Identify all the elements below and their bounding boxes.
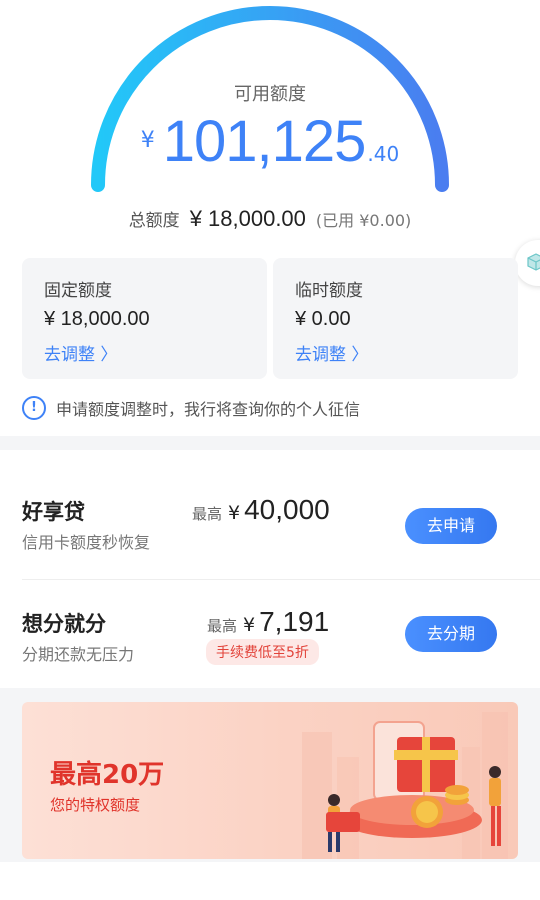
total-limit-row: 总额度 ¥ 18,000.00 (已用 ¥0.00) (0, 206, 540, 232)
promo-illustration (302, 712, 508, 859)
fixed-limit-adjust-link[interactable]: 去调整 〉 (44, 340, 117, 365)
section-divider (0, 436, 540, 450)
cube-icon (527, 253, 540, 271)
product-max-amount: 最高 ¥40,000 (192, 494, 330, 526)
temporary-limit-value: ¥ 0.00 (295, 308, 351, 330)
product-name: 想分就分 (22, 612, 106, 636)
fixed-limit-title: 固定额度 (44, 281, 112, 301)
total-limit-label: 总额度 (128, 211, 180, 231)
page-bottom-spacer (0, 862, 540, 900)
installment-button[interactable]: 去分期 (405, 616, 497, 652)
temporary-limit-adjust-link[interactable]: 去调整 〉 (295, 340, 368, 365)
total-limit-value: ¥ 18,000.00 (189, 206, 306, 231)
max-currency: ¥ (228, 502, 241, 524)
fixed-limit-value: ¥ 18,000.00 (44, 308, 150, 330)
notice-text: 申请额度调整时，我行将查询你的个人征信 (56, 400, 361, 419)
promo-banner-title: 最高20万 (50, 760, 165, 790)
row-divider (22, 579, 540, 580)
available-amount-integer: 101,125 (162, 109, 367, 174)
product-desc: 信用卡额度秒恢复 (22, 533, 151, 552)
credit-check-notice: ! 申请额度调整时，我行将查询你的个人征信 (22, 396, 360, 420)
product-max-amount: 最高 ¥7,191 (207, 606, 329, 638)
max-value: 7,191 (259, 606, 330, 637)
available-limit-label: 可用额度 (234, 84, 306, 105)
max-value: 40,000 (244, 494, 330, 525)
apply-button[interactable]: 去申请 (405, 508, 497, 544)
credit-gauge: 可用额度 ¥101,125.40 总额度 ¥ 18,000.00 (已用 ¥0.00… (0, 0, 540, 250)
temporary-limit-card: 临时额度 ¥ 0.00 去调整 〉 (273, 258, 518, 379)
product-row-installment: 想分就分 分期还款无压力 最高 ¥7,191 手续费低至5折 去分期 (0, 582, 540, 692)
max-label: 最高 (207, 617, 238, 635)
used-amount: (已用 ¥0.00) (315, 211, 412, 230)
available-amount-decimal: .40 (367, 142, 400, 166)
max-currency: ¥ (243, 614, 256, 636)
fixed-limit-card: 固定额度 ¥ 18,000.00 去调整 〉 (22, 258, 267, 379)
temporary-limit-title: 临时额度 (295, 281, 363, 301)
product-desc: 分期还款无压力 (22, 645, 135, 664)
promo-banner-subtitle: 您的特权额度 (50, 796, 141, 814)
info-icon: ! (22, 396, 46, 420)
max-label: 最高 (192, 505, 223, 523)
currency-symbol: ¥ (140, 128, 155, 153)
promo-banner[interactable]: 最高20万 您的特权额度 (22, 702, 518, 859)
fee-discount-badge: 手续费低至5折 (206, 639, 319, 665)
available-limit-amount: ¥101,125.40 (0, 108, 540, 175)
product-name: 好享贷 (22, 500, 85, 524)
product-row-haoxiangdai: 好享贷 信用卡额度秒恢复 最高 ¥40,000 去申请 (0, 470, 540, 580)
